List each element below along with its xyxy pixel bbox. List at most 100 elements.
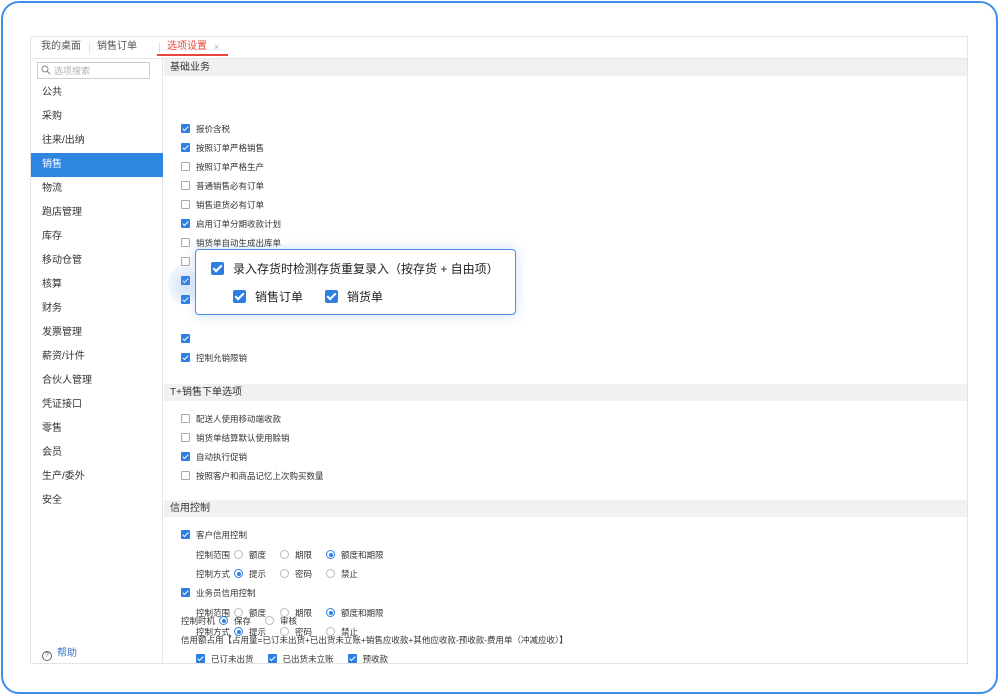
option-checkbox[interactable]: 销售退货必有订单 — [181, 199, 264, 211]
radio-option[interactable]: 期限 — [280, 549, 312, 561]
option-checkbox[interactable]: 控制允销限销 — [181, 352, 247, 364]
radio-option[interactable]: 额度和期限 — [326, 549, 384, 561]
radio-label: 期限 — [295, 550, 313, 560]
radio[interactable] — [326, 550, 336, 559]
radio-group-label: 控制时机 — [181, 616, 216, 626]
option-checkbox[interactable]: 报价含税 — [181, 123, 230, 135]
option-label: 业务员信用控制 — [196, 588, 256, 598]
checkbox[interactable] — [181, 452, 190, 461]
checkbox[interactable] — [181, 334, 190, 343]
radio[interactable] — [265, 616, 275, 625]
radio[interactable] — [234, 550, 243, 559]
occupy-option[interactable]: 已出货未立账 — [267, 653, 334, 664]
tab-label: 选项设置 — [167, 41, 207, 52]
sidebar-item[interactable]: 安全 — [31, 489, 163, 513]
checkbox[interactable] — [181, 162, 190, 171]
checkbox[interactable] — [181, 143, 190, 152]
search-box[interactable] — [37, 62, 150, 79]
duplicate-check-option[interactable]: 录入存货时检测存货重复录入（按存货 + 自由项） — [211, 261, 499, 277]
duplicate-check-targets: 销售订单 销货单 — [233, 289, 405, 305]
radio[interactable] — [280, 569, 290, 578]
sidebar: 公共采购往来/出纳销售物流跑店管理库存移动仓管核算财务发票管理薪资/计件合伙人管… — [31, 59, 163, 663]
option-label: 已出货未立账 — [282, 654, 334, 664]
option-checkbox[interactable]: 按照客户和商品记忆上次购买数量 — [181, 470, 324, 482]
sidebar-item[interactable]: 销售 — [31, 153, 163, 177]
occupy-option[interactable]: 预收款 — [347, 653, 388, 663]
checkbox[interactable] — [181, 124, 190, 133]
option-checkbox[interactable] — [181, 333, 196, 345]
sidebar-item[interactable]: 往来/出纳 — [31, 129, 163, 153]
radio-option[interactable]: 保存 — [219, 615, 251, 627]
sidebar-item[interactable]: 移动仓管 — [31, 249, 163, 273]
help-icon: ? — [42, 651, 52, 661]
option-checkbox[interactable]: 配送人使用移动端收款 — [181, 413, 281, 425]
occupy-option[interactable]: 已订未出货 — [196, 653, 254, 663]
search-input[interactable] — [54, 64, 148, 77]
help-link[interactable]: ? 帮助 — [42, 647, 77, 661]
radio-option[interactable]: 禁止 — [326, 568, 358, 580]
checkbox[interactable] — [181, 200, 190, 209]
checkbox[interactable] — [181, 588, 190, 597]
radio[interactable] — [219, 616, 228, 625]
option-checkbox[interactable]: 自动执行促销 — [181, 451, 247, 463]
checkbox[interactable] — [181, 471, 190, 480]
duplicate-check-checkbox[interactable] — [211, 262, 224, 275]
sidebar-item[interactable]: 合伙人管理 — [31, 369, 163, 393]
radio[interactable] — [280, 550, 290, 559]
tab-my-desktop[interactable]: 我的桌面 — [41, 37, 81, 59]
option-checkbox[interactable]: 按照订单严格生产 — [181, 161, 264, 173]
sidebar-item[interactable]: 会员 — [31, 441, 163, 465]
option-checkbox[interactable]: 普通销售必有订单 — [181, 180, 264, 192]
option-checkbox[interactable]: 销货单结算默认使用赊销 — [181, 432, 290, 444]
radio[interactable] — [326, 608, 336, 617]
option-checkbox[interactable]: 按照订单严格销售 — [181, 142, 264, 154]
sidebar-item[interactable]: 库存 — [31, 225, 163, 249]
active-tab-indicator — [157, 54, 228, 56]
credit-occupy-items: 已订未出货 已出货未立账 预收款 — [196, 653, 402, 664]
option-label: 报价含税 — [196, 124, 231, 134]
option-checkbox[interactable]: 业务员信用控制 — [181, 587, 256, 599]
target-sales-order[interactable]: 销售订单 — [233, 289, 303, 305]
sidebar-item[interactable]: 薪资/计件 — [31, 345, 163, 369]
sidebar-item[interactable]: 采购 — [31, 105, 163, 129]
option-label: 销售退货必有订单 — [196, 200, 265, 210]
tab-sales-order[interactable]: 销售订单 — [89, 37, 137, 59]
radio-option[interactable]: 额度和期限 — [326, 607, 384, 619]
checkbox[interactable] — [181, 530, 190, 539]
sidebar-item[interactable]: 跑店管理 — [31, 201, 163, 225]
radio-option[interactable]: 额度 — [234, 549, 266, 561]
radio-label: 额度和期限 — [341, 550, 384, 560]
radio[interactable] — [326, 569, 336, 578]
tab-bar: 我的桌面 销售订单 选项设置 × — [31, 37, 967, 59]
target-sales-delivery[interactable]: 销货单 — [325, 289, 383, 305]
target-sales-order-checkbox[interactable] — [233, 290, 246, 303]
tab-separator — [89, 43, 90, 53]
checkbox[interactable] — [267, 654, 277, 663]
radio-option[interactable]: 提示 — [234, 568, 266, 580]
sidebar-item[interactable]: 公共 — [31, 81, 163, 105]
checkbox[interactable] — [181, 219, 190, 228]
checkbox[interactable] — [181, 238, 190, 247]
option-checkbox[interactable]: 客户信用控制 — [181, 529, 247, 541]
sidebar-item[interactable]: 财务 — [31, 297, 163, 321]
sidebar-item[interactable]: 生产/委外 — [31, 465, 163, 489]
checkbox[interactable] — [181, 181, 190, 190]
checkbox[interactable] — [181, 433, 190, 442]
checkbox[interactable] — [347, 654, 357, 663]
option-checkbox[interactable]: 启用订单分期收款计划 — [181, 218, 281, 230]
sidebar-item[interactable]: 凭证接口 — [31, 393, 163, 417]
sidebar-item[interactable]: 发票管理 — [31, 321, 163, 345]
sidebar-item[interactable]: 零售 — [31, 417, 163, 441]
radio[interactable] — [234, 569, 243, 578]
radio-option[interactable]: 密码 — [280, 568, 312, 580]
option-checkbox[interactable]: 销货单自动生成出库单 — [181, 237, 281, 249]
checkbox[interactable] — [196, 654, 205, 663]
radio-option[interactable]: 审核 — [265, 615, 297, 627]
checkbox[interactable] — [181, 414, 190, 423]
credit-occupy-formula: 信用额占用【占用量=已订未出货+已出货未立账+销售应收款+其他应收款-预收款-费… — [181, 635, 568, 645]
checkbox[interactable] — [181, 353, 190, 362]
sidebar-item[interactable]: 核算 — [31, 273, 163, 297]
target-sales-delivery-checkbox[interactable] — [325, 290, 339, 303]
sidebar-item[interactable]: 物流 — [31, 177, 163, 201]
help-label: 帮助 — [57, 648, 77, 659]
